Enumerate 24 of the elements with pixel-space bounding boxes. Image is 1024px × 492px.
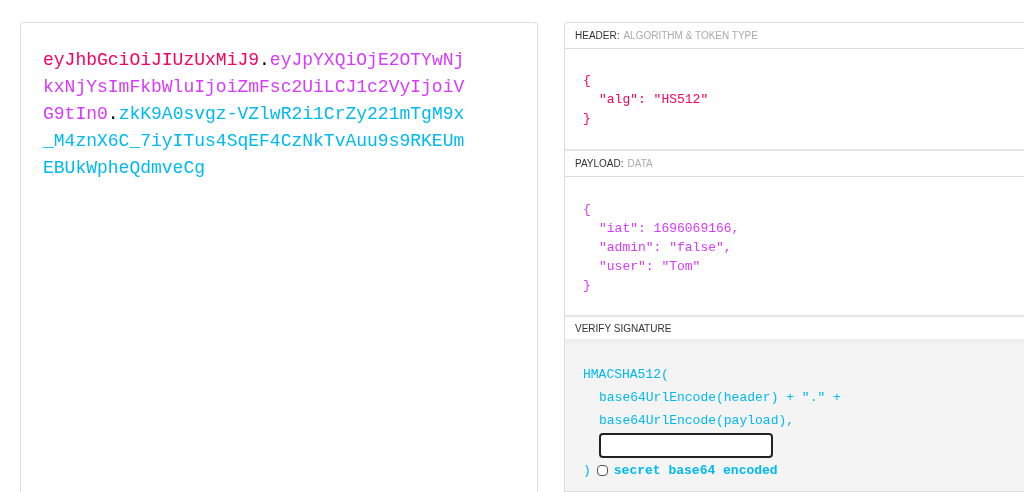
secret-input[interactable] [599, 433, 773, 458]
code-line: base64UrlEncode(payload), [599, 412, 795, 430]
header-json[interactable]: { "alg": "HS512" } [565, 49, 1024, 151]
code-line: "iat": 1696069166, [598, 220, 740, 238]
encoded-token: eyJhbGciOiJIUzUxMiJ9.eyJpYXQiOjE2OTYwNjkxNjYsImFkbWluIjoiZmFsc2UiLCJ1c2VyIjoiVG9tIn0.zkK9A0svgz-VZlwR2i1CrZy221mTgM9x_M4znX6C_7iyITus4SqEF4CzNkTvAuu9s9RKEUmEBUkWpheQdmveCg [43, 49, 466, 180]
section-sublabel: ALGORITHM & TOKEN TYPE [623, 29, 758, 43]
payload-json[interactable]: { "iat": 1696069166, "admin": "false", "user": "Tom" } [565, 177, 1024, 317]
section-label: HEADER: [575, 29, 620, 43]
code-line: { [583, 201, 591, 219]
encoded-token-panel[interactable]: eyJhbGciOiJIUzUxMiJ9.eyJpYXQiOjE2OTYwNjkxNjYsImFkbWluIjoiZmFsc2UiLCJ1c2VyIjoiVG9tIn0.zkK9A0svgz-VZlwR2i1CrZy221mTgM9x_M4znX6C_7iyITus4SqEF4CzNkTvAuu9s9RKEUmEBUkWpheQdmveCg [20, 22, 538, 492]
code-line: "alg": "HS512" [598, 91, 709, 109]
section-sublabel: DATA [627, 157, 653, 171]
code-line: ) [583, 462, 591, 480]
section-label: PAYLOAD: [575, 157, 624, 171]
code-line: "user": "Tom" [598, 258, 701, 276]
section-label: VERIFY SIGNATURE [575, 321, 672, 336]
code-line: HMACSHA512( [583, 366, 669, 384]
code-line: { [583, 72, 591, 90]
checkbox[interactable] [596, 465, 608, 476]
code-line: } [583, 110, 591, 128]
code-line: "admin": "false", [598, 239, 732, 257]
checkbox-label[interactable]: secret base64 encoded [613, 459, 778, 482]
code-line: base64UrlEncode(header) + "." + [599, 389, 841, 407]
code-line: } [583, 277, 591, 295]
